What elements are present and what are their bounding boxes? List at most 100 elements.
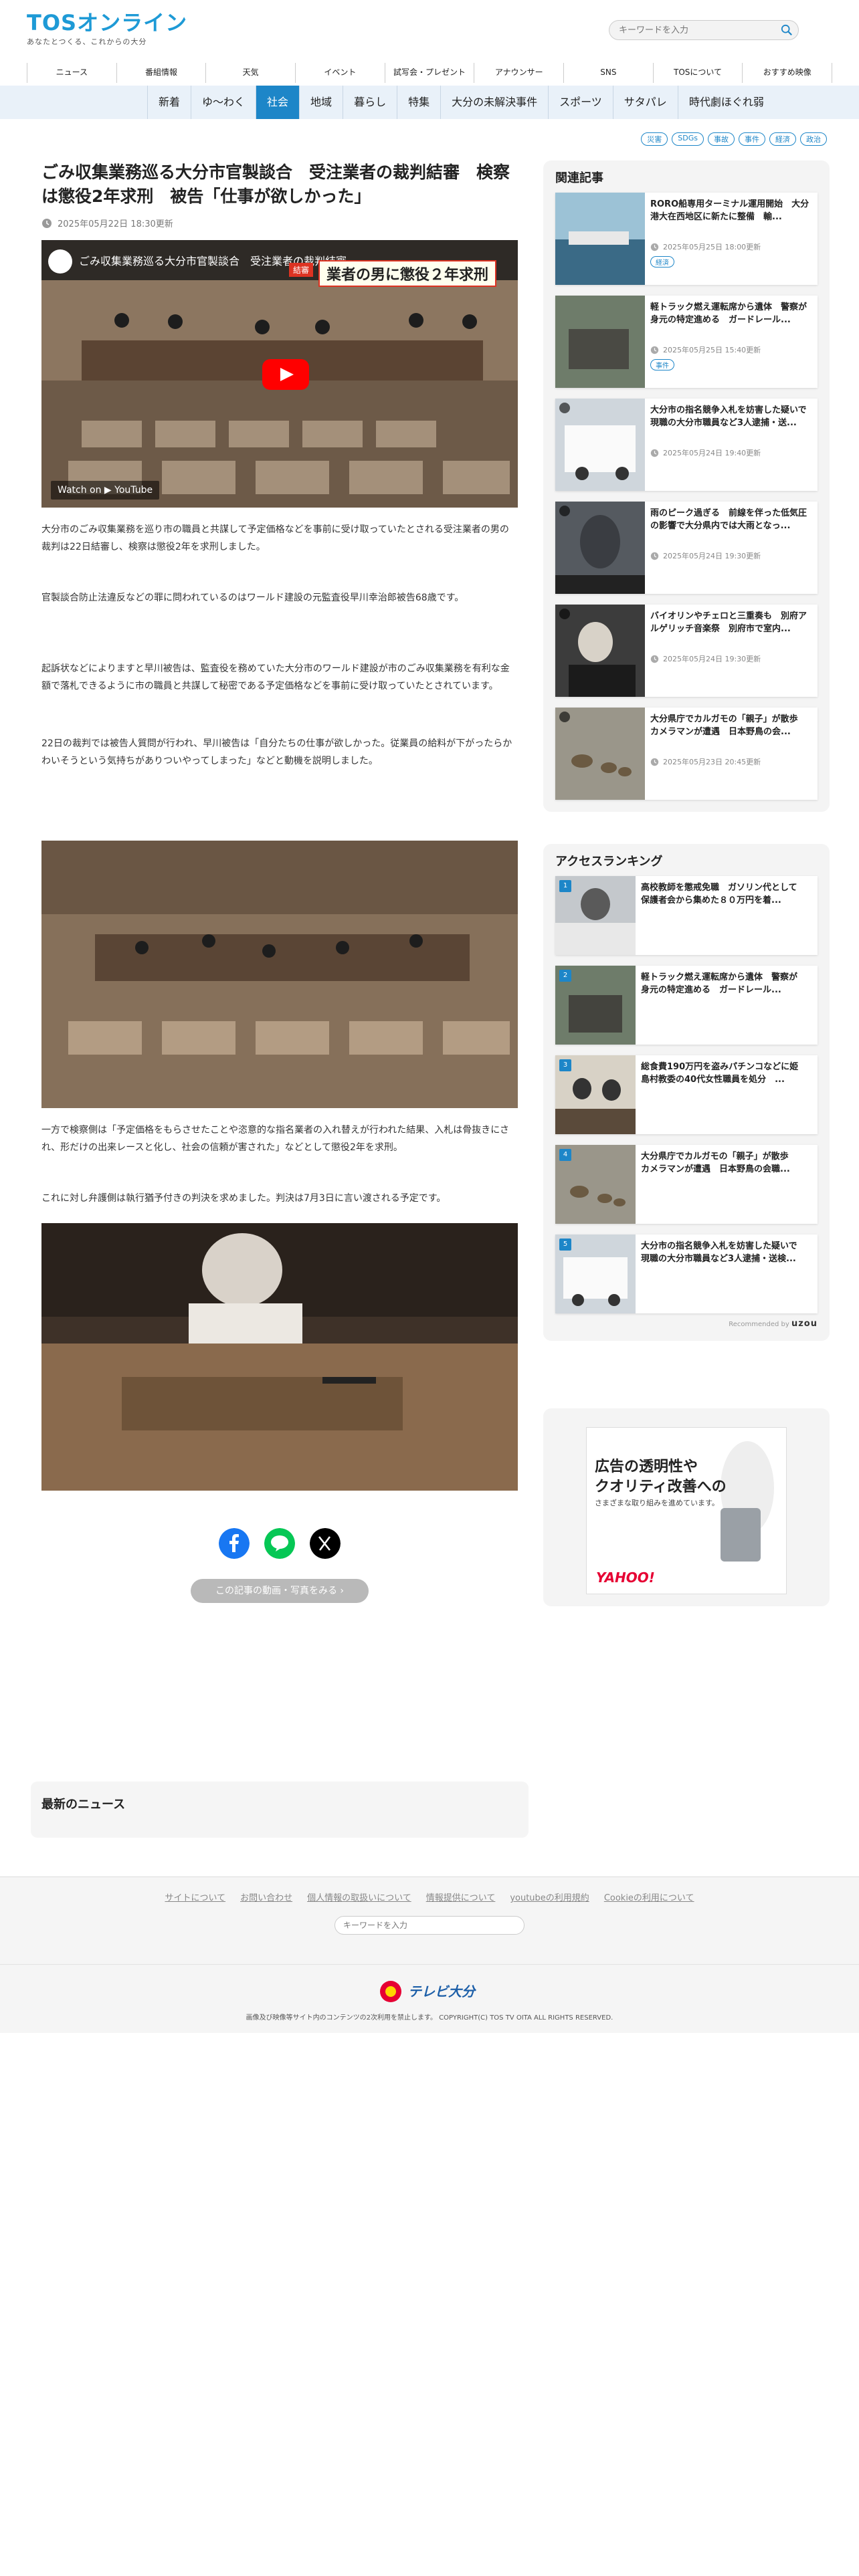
related-card[interactable]: 大分県庁でカルガモの「親子」が散歩 カメラマンが遭遇 日本野鳥の会... 202… — [555, 708, 818, 800]
share-buttons — [31, 1528, 529, 1559]
related-card[interactable]: 雨のピーク過ぎる 前線を伴った低気圧の影響で大分県内では大雨となっ... 202… — [555, 502, 818, 594]
category-new[interactable]: 新着 — [147, 86, 191, 119]
line-icon[interactable] — [264, 1528, 295, 1559]
category-yuwaku[interactable]: ゆ〜わく — [191, 86, 256, 119]
video-icon — [559, 609, 570, 619]
tag-incident[interactable]: 事件 — [739, 132, 765, 146]
video-badge: 結審 — [289, 263, 314, 277]
category-jidaigeki[interactable]: 時代劇ほぐれ弱 — [677, 86, 775, 119]
search-icon[interactable] — [781, 24, 793, 36]
card-body: 雨のピーク過ぎる 前線を伴った低気圧の影響で大分県内では大雨となっ... 202… — [645, 502, 818, 594]
article-photo — [41, 841, 518, 1108]
header-search — [609, 20, 799, 40]
x-icon[interactable] — [310, 1528, 341, 1559]
tag-economy[interactable]: 経済 — [769, 132, 796, 146]
clock-icon — [42, 218, 52, 228]
play-icon[interactable] — [262, 359, 309, 390]
tag-accident[interactable]: 事故 — [708, 132, 735, 146]
category-unsolved[interactable]: 大分の未解決事件 — [440, 86, 548, 119]
footer-search-input[interactable] — [335, 1917, 516, 1934]
video-caption-banner: 業者の男に懲役２年求刑 — [318, 260, 497, 287]
clock-icon — [650, 243, 659, 251]
ad-headline: 広告の透明性や — [595, 1459, 698, 1475]
card-date-text: 2025年05月24日 19:30更新 — [663, 552, 761, 560]
watch-on-youtube[interactable]: Watch on ▶ YouTube — [51, 481, 160, 500]
card-body: 軽トラック燃え運転席から遺体 警察が身元の特定進める ガードレール... — [636, 966, 808, 1045]
category-sports[interactable]: スポーツ — [548, 86, 613, 119]
view-media-button[interactable]: この記事の動画・写真をみる › — [191, 1579, 369, 1603]
recommended-brand: uzou — [791, 1319, 818, 1329]
clock-icon — [650, 449, 659, 457]
copyright: 画像及び映像等サイト内のコンテンツの2次利用を禁止します。 COPYRIGHT(… — [246, 2014, 613, 2022]
footer-search — [335, 1916, 524, 1935]
ad-panel: 広告の透明性や クオリティ改善への さまざまな取り組みを進めています。 YAHO… — [543, 1408, 830, 1606]
tos-logo[interactable]: テレビ大分 — [377, 1978, 484, 2005]
category-features[interactable]: 特集 — [397, 86, 440, 119]
card-date-text: 2025年05月24日 19:40更新 — [663, 449, 761, 457]
top-nav-news[interactable]: ニュース — [27, 63, 116, 83]
category-society[interactable]: 社会 — [256, 86, 300, 119]
ranking-card[interactable]: 5 大分市の指名競争入札を妨害した疑いで現職の大分市職員など3人逮捕・送検... — [555, 1235, 818, 1313]
card-tag[interactable]: 経済 — [650, 256, 674, 267]
card-date-text: 2025年05月25日 18:00更新 — [663, 243, 761, 251]
related-card[interactable]: バイオリンやチェロと三重奏も 別府アルゲリッチ音楽祭 別府市で室内... 202… — [555, 605, 818, 697]
thumbnail — [555, 193, 645, 285]
article-paragraph: 大分市のごみ収集業務を巡り市の職員と共謀して予定価格などを事前に受け取っていたと… — [41, 524, 509, 552]
card-tag[interactable]: 事件 — [650, 359, 674, 370]
card-date: 2025年05月25日 18:00更新 — [650, 241, 812, 252]
tag-politics[interactable]: 政治 — [800, 132, 827, 146]
defendant-photo — [41, 1223, 518, 1491]
footer-link-privacy[interactable]: 個人情報の取扱いについて — [307, 1891, 411, 1903]
card-date: 2025年05月24日 19:30更新 — [650, 653, 812, 664]
ranking-card[interactable]: 2 軽トラック燃え運転席から遺体 警察が身元の特定進める ガードレール... — [555, 966, 818, 1045]
search-input[interactable] — [609, 21, 770, 39]
ranking-card[interactable]: 1 高校教師を懲戒免職 ガソリン代として保護者会から集めた８０万円を着... — [555, 876, 818, 955]
ranking-card[interactable]: 4 大分県庁でカルガモの「親子」が散歩 カメラマンが遭遇 日本野鳥の会職... — [555, 1145, 818, 1224]
top-nav-sns[interactable]: SNS — [563, 63, 653, 83]
access-ranking: アクセスランキング 1 高校教師を懲戒免職 ガソリン代として保護者会から集めた８… — [543, 844, 830, 1341]
footer-link-youtube-terms[interactable]: youtubeの利用規約 — [510, 1891, 589, 1903]
card-date: 2025年05月24日 19:40更新 — [650, 447, 812, 458]
tag-sdgs[interactable]: SDGs — [672, 132, 704, 146]
card-body: 総食費190万円を盗みパチンコなどに姫島村教委の40代女性職員を処分 ... — [636, 1055, 808, 1134]
top-nav-programs[interactable]: 番組情報 — [116, 63, 206, 83]
article-photo — [41, 1223, 518, 1491]
tag-disaster[interactable]: 災害 — [641, 132, 668, 146]
top-nav-videos[interactable]: おすすめ映像 — [742, 63, 833, 83]
top-nav-about[interactable]: TOSについて — [652, 63, 743, 83]
category-living[interactable]: 暮らし — [343, 86, 397, 119]
ad-banner[interactable]: 広告の透明性や クオリティ改善への さまざまな取り組みを進めています。 YAHO… — [586, 1427, 787, 1594]
related-card[interactable]: 軽トラック燃え運転席から遺体 警察が身元の特定進める ガードレール... 202… — [555, 296, 818, 388]
clock-icon — [650, 346, 659, 354]
ranking-heading: アクセスランキング — [555, 855, 663, 869]
site-header: TOSオンライン あなたとつくる、これからの大分 — [0, 0, 859, 60]
footer-link-cookie[interactable]: Cookieの利用について — [604, 1891, 694, 1903]
top-nav-weather[interactable]: 天気 — [205, 63, 295, 83]
footer-link-tips[interactable]: 情報提供について — [426, 1891, 496, 1903]
footer-link-contact[interactable]: お問い合わせ — [240, 1891, 292, 1903]
card-body: 大分市の指名競争入札を妨害した疑いで現職の大分市職員など3人逮捕・送... 20… — [645, 399, 818, 491]
related-card[interactable]: 大分市の指名競争入札を妨害した疑いで現職の大分市職員など3人逮捕・送... 20… — [555, 399, 818, 491]
card-title: 雨のピーク過ぎる 前線を伴った低気圧の影響で大分県内では大雨となっ... — [650, 508, 807, 531]
tag-list: 災害 SDGs 事故 事件 経済 政治 — [641, 132, 827, 146]
facebook-icon[interactable] — [219, 1528, 250, 1559]
site-logo[interactable]: TOSオンライン あなたとつくる、これからの大分 — [27, 11, 201, 51]
top-nav-announcers[interactable]: アナウンサー — [474, 63, 563, 83]
courtroom-photo — [41, 841, 518, 1108]
card-date: 2025年05月23日 20:45更新 — [650, 756, 812, 767]
article-paragraph: これに対し弁護側は執行猶予付きの判決を求めました。判決は7月3日に言い渡される予… — [41, 1193, 446, 1204]
category-satapare[interactable]: サタパレ — [612, 86, 678, 119]
footer-link-about[interactable]: サイトについて — [165, 1891, 225, 1903]
top-nav-presents[interactable]: 試写会・プレゼント — [384, 63, 474, 83]
card-body: 大分市の指名競争入札を妨害した疑いで現職の大分市職員など3人逮捕・送検... — [636, 1235, 808, 1313]
ranking-card[interactable]: 3 総食費190万円を盗みパチンコなどに姫島村教委の40代女性職員を処分 ... — [555, 1055, 818, 1134]
category-nav: 新着 ゆ〜わく 社会 地域 暮らし 特集 大分の未解決事件 スポーツ サタパレ … — [147, 86, 775, 119]
video-player[interactable]: ごみ収集業務巡る大分市官製談合 受注業者の裁判結審 結審 業者の男に懲役２年求刑… — [41, 240, 518, 508]
thumbnail: 4 — [555, 1145, 636, 1224]
related-card[interactable]: RORO船専用ターミナル運用開始 大分港大在西地区に新たに整備 輸... 202… — [555, 193, 818, 285]
top-nav-events[interactable]: イベント — [295, 63, 385, 83]
clock-icon — [650, 655, 659, 663]
category-region[interactable]: 地域 — [299, 86, 343, 119]
recommended-by: Recommended by uzou — [555, 1319, 818, 1329]
card-body: 高校教師を懲戒免職 ガソリン代として保護者会から集めた８０万円を着... — [636, 876, 808, 955]
